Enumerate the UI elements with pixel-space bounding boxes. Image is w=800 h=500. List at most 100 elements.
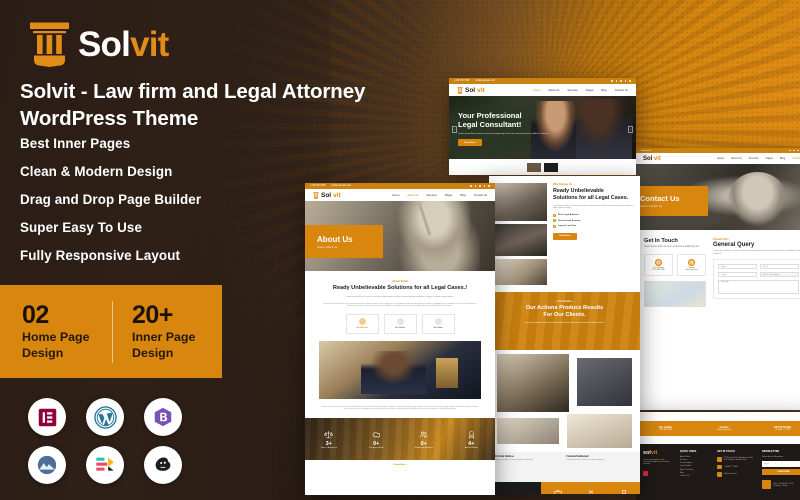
svc-heading-1: Ready Unbelievable bbox=[553, 188, 604, 194]
award-icon bbox=[468, 430, 474, 439]
about-card-vision[interactable]: Our Vision bbox=[383, 313, 417, 334]
footer-col1-links[interactable]: About Solvit Services Practice Areas Cas… bbox=[680, 456, 710, 478]
nav-contact[interactable]: Contact Us bbox=[792, 157, 800, 160]
hero-cta-button[interactable]: Read More bbox=[458, 139, 482, 147]
elementskit-icon bbox=[86, 446, 124, 484]
home-nav-pages[interactable]: Pages bbox=[586, 89, 594, 92]
feature-item: Super Easy To Use bbox=[20, 219, 143, 235]
about-topbar-email: info@example.com bbox=[331, 185, 352, 187]
handshake-icon bbox=[372, 432, 380, 438]
stat-number: 20+ bbox=[132, 300, 173, 329]
home-nav-services[interactable]: Services bbox=[567, 89, 577, 92]
footer-mail: info@solvit.com bbox=[723, 473, 737, 476]
home-nav-about[interactable]: About Us bbox=[548, 89, 559, 92]
field-name[interactable]: Name bbox=[718, 264, 757, 270]
feature-item: Best Inner Pages bbox=[20, 136, 131, 151]
footer-brand-white: sol bbox=[643, 450, 651, 456]
about-nav-pages[interactable]: Pages bbox=[445, 194, 453, 197]
check-icon-3 bbox=[553, 224, 556, 228]
contact-breadcrumb: Home / Contact Us bbox=[640, 205, 662, 208]
feature-item: Fully Responsive Layout bbox=[20, 247, 181, 263]
social-icon[interactable] bbox=[643, 470, 648, 476]
phone-icon bbox=[717, 464, 722, 469]
stat-number: 02 bbox=[22, 300, 49, 329]
field-phone[interactable]: Phone bbox=[718, 272, 757, 278]
svc-img-5 bbox=[577, 358, 632, 406]
about-nav-about[interactable]: About Us bbox=[407, 194, 418, 197]
nav-about[interactable]: About Us bbox=[731, 157, 742, 160]
contact-card1-value: +123 456 7890 bbox=[652, 269, 665, 272]
mountain-icon bbox=[28, 446, 66, 484]
carousel-prev-arrow[interactable]: ‹ bbox=[452, 125, 457, 133]
clock-icon bbox=[762, 480, 771, 489]
svc-img-2 bbox=[495, 224, 547, 256]
about-section-heading: Ready Unbelievable Solutions for all Leg… bbox=[332, 285, 468, 291]
wordpress-icon bbox=[86, 398, 124, 436]
field-subject[interactable]: Select Your Subject bbox=[760, 272, 799, 278]
thumb-1 bbox=[527, 162, 541, 172]
home-nav-contact[interactable]: Contact Us bbox=[615, 89, 628, 92]
contact-map[interactable] bbox=[644, 280, 706, 307]
nav-home[interactable]: Home bbox=[717, 157, 724, 160]
contact-logo-white: Sol bbox=[643, 155, 653, 162]
briefcase-icon bbox=[553, 490, 562, 494]
home-nav-home[interactable]: Home bbox=[533, 89, 540, 92]
about-nav[interactable]: Home About Us Services Pages Blog Contac… bbox=[392, 194, 487, 197]
about-nav-blog[interactable]: Blog bbox=[460, 194, 465, 197]
contact-banner-title: Contact Us bbox=[640, 194, 680, 203]
nav-blog[interactable]: Blog bbox=[780, 157, 785, 160]
medal-icon bbox=[588, 489, 593, 494]
footer-newsletter-sub: Subscribe our Newsletter bbox=[762, 456, 784, 458]
field-message[interactable]: Message bbox=[718, 280, 799, 295]
home-logo-orange: vit bbox=[477, 86, 485, 94]
about-lady-justice bbox=[392, 201, 480, 271]
home-nav[interactable]: Home About Us Services Pages Blog Contac… bbox=[533, 89, 628, 92]
home-topbar-phone: +123 456 7890 bbox=[454, 80, 470, 82]
hero-title-2: Legal Consultant! bbox=[458, 120, 522, 130]
pillar-column-icon bbox=[28, 20, 71, 68]
footer-brand-orange: vit bbox=[650, 450, 658, 456]
contact-left-heading: Get In Touch bbox=[644, 238, 678, 244]
contact-card2-value: info@solvit.com bbox=[685, 269, 698, 272]
hero-person-right bbox=[576, 98, 633, 159]
hero-title-1: Your Professional bbox=[458, 111, 522, 120]
about-nav-services[interactable]: Services bbox=[426, 194, 436, 197]
svc-img-4 bbox=[497, 354, 569, 412]
mailchimp-icon bbox=[144, 446, 182, 484]
svc-bullet-1: Best Legal Advisors bbox=[558, 214, 579, 217]
about-logo-orange: vit bbox=[333, 191, 341, 199]
about-nav-contact[interactable]: Contact Us bbox=[474, 194, 487, 197]
nav-services[interactable]: Services bbox=[749, 157, 759, 160]
mockup-services-page: Why Choose Us Ready Unbelievable Solutio… bbox=[489, 176, 640, 494]
about-card-value[interactable]: Our Value bbox=[421, 313, 455, 334]
home-nav-blog[interactable]: Blog bbox=[601, 89, 606, 92]
mockup-footer: Our Hotline +123 456 7890 Contact info@s… bbox=[636, 412, 800, 500]
subscribe-button[interactable]: SUBSCRIBE bbox=[762, 469, 800, 475]
home-topbar-email: info@example.com bbox=[475, 80, 496, 82]
brand-name-white: Sol bbox=[78, 24, 131, 64]
check-icon-1 bbox=[553, 213, 556, 217]
link-contact[interactable]: Contact Us bbox=[680, 475, 710, 478]
svc-img-1 bbox=[495, 183, 547, 221]
svc-bullet-2: Professional Attorney bbox=[558, 219, 581, 222]
svc-cta-button[interactable]: Read More bbox=[553, 232, 577, 240]
mockup-home-hero: +123 456 7890 info@example.com Sol vit Ho… bbox=[449, 78, 636, 175]
svc-label: Why Choose Us bbox=[553, 183, 573, 186]
field-email[interactable]: Email bbox=[760, 264, 799, 270]
feature-item: Drag and Drop Page Builder bbox=[20, 191, 202, 207]
home-logo-white: Sol bbox=[465, 86, 476, 94]
elementor-icon bbox=[28, 398, 66, 436]
nav-pages[interactable]: Pages bbox=[766, 157, 773, 160]
bootstrap-icon bbox=[144, 398, 182, 436]
newsletter-input[interactable]: Email bbox=[762, 461, 800, 467]
feature-list: Best Inner Pages Clean & Modern Design D… bbox=[20, 137, 201, 277]
about-nav-home[interactable]: Home bbox=[392, 194, 399, 197]
carousel-next-arrow[interactable]: › bbox=[628, 125, 633, 133]
contact-form-label: Contact Form bbox=[713, 238, 729, 241]
footer-hours-2: Sunday : Closed bbox=[773, 484, 788, 487]
stat-label: Home Page Design bbox=[22, 329, 90, 360]
about-card-mission[interactable]: Our Mission bbox=[345, 313, 379, 334]
contact-nav[interactable]: Home About Us Services Pages Blog Contac… bbox=[717, 157, 800, 160]
mail-icon bbox=[717, 472, 722, 477]
footer-col2-title: GET IN TOUCH bbox=[717, 450, 735, 453]
